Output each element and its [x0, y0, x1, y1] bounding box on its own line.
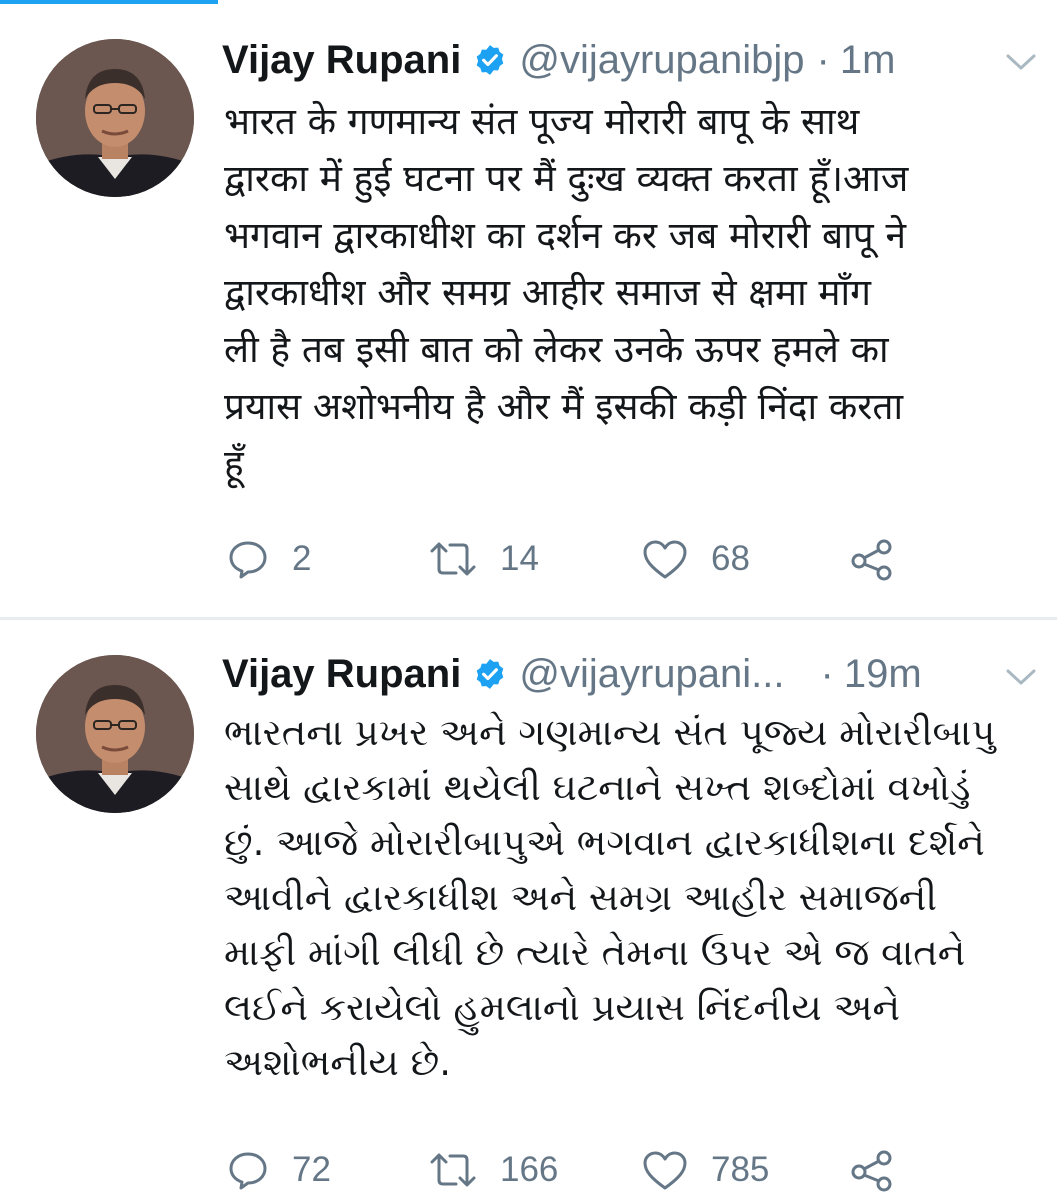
author-name[interactable]: Vijay Rupani	[222, 38, 461, 83]
reply-count: 72	[292, 1150, 331, 1189]
tweet-text-line: સાથે દ્વારકામાં થયેલી ઘટનાને સખ્ત શબ્દોમ…	[224, 766, 971, 809]
separator-dot: ·	[820, 651, 834, 696]
like-count: 785	[711, 1150, 770, 1189]
tweet-text-line: માફી માંગી લીધી છે ત્યારે તેમના ઉપર એ જ …	[224, 931, 966, 974]
reply-count: 2	[292, 539, 312, 578]
retweet-count: 166	[500, 1150, 559, 1189]
tweet-text: ભારતના પ્રખર અને ગણમાન્ય સંત પૂજ્ય મોરાર…	[224, 705, 1029, 1090]
chevron-down-icon[interactable]	[1005, 667, 1037, 687]
retweet-button[interactable]: 166	[428, 1143, 558, 1197]
author-handle[interactable]: @vijayrupani...	[519, 652, 784, 697]
tweet-text-line: છું. આજે મોરારીબાપુએ ભગવાન દ્વારકાધીશના …	[224, 821, 985, 864]
heart-icon	[643, 1151, 687, 1190]
retweet-icon	[430, 542, 476, 576]
share-icon	[851, 539, 892, 581]
verified-badge-icon	[473, 657, 507, 691]
tweet-header: Vijay Rupani @vijayrupani... · 19m	[222, 644, 1037, 704]
tweet-text-line: ભારતના પ્રખર અને ગણમાન્ય સંત પૂજ્ય મોરાર…	[224, 711, 996, 754]
tweet-text-line: भारत के गणमान्य संत पूज्य मोरारी बापू के…	[224, 100, 860, 143]
profile-photo	[36, 655, 194, 813]
author-name[interactable]: Vijay Rupani	[222, 652, 461, 697]
timestamp[interactable]: 1m	[840, 38, 896, 83]
author-handle[interactable]: @vijayrupanibjp	[519, 38, 804, 83]
retweet-icon	[430, 1153, 476, 1187]
tweet-text-line: લઈને કરાયેલો હુમલાનો પ્રયાસ નિંદનીય અને	[224, 986, 901, 1029]
tweet-text-line: ली है तब इसी बात को लेकर उनके ऊपर हमले क…	[224, 328, 889, 371]
tweet[interactable]: Vijay Rupani @vijayrupani... · 19m ભારતન…	[0, 620, 1057, 1200]
timestamp[interactable]: 19m	[844, 652, 922, 697]
tweet-text: भारत के गणमान्य संत पूज्य मोरारी बापू के…	[224, 93, 1029, 492]
like-count: 68	[711, 539, 750, 578]
avatar[interactable]	[36, 655, 194, 813]
tweet-text-line: द्वारका में हुई घटना पर मैं दुःख व्यक्त …	[224, 157, 909, 200]
tweet-text-line: हूँ	[224, 442, 244, 485]
tweet[interactable]: Vijay Rupani @vijayrupanibjp · 1m भारत क…	[0, 0, 1057, 617]
tweet-header: Vijay Rupani @vijayrupanibjp · 1m	[222, 30, 1037, 90]
like-button[interactable]: 68	[641, 532, 750, 586]
retweet-button[interactable]: 14	[428, 532, 539, 586]
share-button[interactable]	[848, 1143, 896, 1197]
tweet-text-line: प्रयास अशोभनीय है और मैं इसकी कड़ी निंदा…	[224, 385, 904, 428]
reply-icon	[229, 1152, 267, 1190]
tweet-text-line: द्वारकाधीश और समग्र आहीर समाज से क्षमा म…	[224, 271, 871, 314]
share-icon	[851, 1150, 892, 1192]
retweet-count: 14	[500, 539, 539, 578]
tweet-text-line: આવીને દ્વારકાધીશ અને સમગ્ર આહીર સમાજની	[224, 876, 937, 919]
tweet-text-line: અશોભનીય છે.	[224, 1041, 451, 1084]
tweet-text-line: भगवान द्वारकाधीश का दर्शन कर जब मोरारी ब…	[224, 214, 906, 257]
avatar[interactable]	[36, 39, 194, 197]
like-button[interactable]: 785	[641, 1143, 769, 1197]
chevron-down-icon[interactable]	[1005, 52, 1037, 72]
reply-button[interactable]: 72	[226, 1143, 331, 1197]
profile-photo	[36, 39, 194, 197]
heart-icon	[643, 540, 687, 579]
reply-icon	[229, 541, 267, 579]
reply-button[interactable]: 2	[226, 532, 311, 586]
verified-badge-icon	[473, 43, 507, 77]
share-button[interactable]	[848, 532, 896, 586]
separator-dot: ·	[816, 37, 830, 82]
